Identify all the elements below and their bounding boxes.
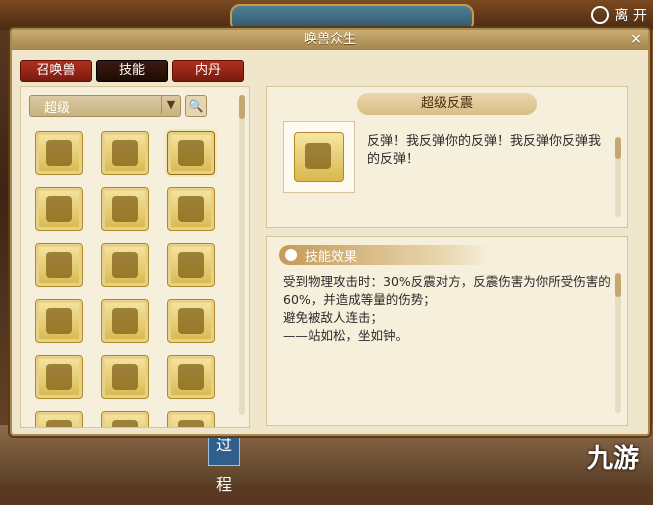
dragon-icon[interactable]: [167, 243, 215, 287]
skill-list-scrollbar[interactable]: [239, 95, 245, 415]
tab-bar: 召唤兽 技能 内丹: [20, 60, 244, 82]
close-icon[interactable]: ✕: [628, 32, 644, 48]
skill-icon-frame: [283, 121, 355, 193]
skill-description: 反弹！我反弹你的反弹！我反弹你反弹我的反弹！: [367, 134, 602, 167]
skill-glyph: [178, 364, 204, 390]
effects-header: 技能效果: [279, 245, 489, 265]
exit-icon: [590, 6, 609, 24]
tab-skills[interactable]: 技能: [96, 60, 168, 82]
scroll-thumb[interactable]: [239, 95, 245, 119]
tab-inner-core[interactable]: 内丹: [172, 60, 244, 82]
description-scrollbar[interactable]: [615, 137, 621, 217]
skill-glyph: [178, 252, 204, 278]
skill-glyph: [46, 364, 72, 390]
effects-text: 受到物理攻击时：30%反震对方，反震伤害为你所受伤害的60%，并造成等量的伤势；…: [283, 273, 613, 345]
skill-glyph: [178, 420, 204, 427]
skill-effects-panel: 技能效果 受到物理攻击时：30%反震对方，反震伤害为你所受伤害的60%，并造成等…: [266, 236, 628, 426]
eye-swirl-icon[interactable]: [35, 131, 83, 175]
skill-glyph: [112, 308, 138, 334]
reflect-icon[interactable]: [167, 131, 215, 175]
effect-line: ——站如松，坐如钟。: [283, 328, 409, 343]
skill-name: 超级反震: [420, 96, 473, 111]
cross-swords-icon[interactable]: [101, 187, 149, 231]
filter-row: 超级 ▼ 🔍: [29, 95, 207, 117]
scroll-thumb[interactable]: [615, 137, 621, 159]
skill-glyph: [46, 196, 72, 222]
skill-glyph: [46, 420, 72, 427]
chest-icon[interactable]: [35, 187, 83, 231]
skill-glyph: [46, 252, 72, 278]
skull-icon[interactable]: [101, 299, 149, 343]
watermark-logo: 九游: [586, 444, 639, 474]
skill-glyph: [178, 308, 204, 334]
reflect-icon: [294, 132, 344, 182]
head-question-icon[interactable]: [35, 299, 83, 343]
wings-icon[interactable]: [167, 187, 215, 231]
select-value: 超级: [44, 101, 71, 116]
spiral-icon[interactable]: [167, 355, 215, 399]
sun-head-icon[interactable]: [35, 355, 83, 399]
effect-line: 受到物理攻击时：30%反震对方，反震伤害为你所受伤害的60%，并造成等量的伤势；: [283, 274, 611, 307]
skill-glyph: [178, 196, 204, 222]
effects-scrollbar[interactable]: [615, 273, 621, 413]
skill-grid: [35, 131, 215, 427]
skill-glyph: [112, 364, 138, 390]
partial-icon-2[interactable]: [101, 411, 149, 427]
skill-glyph: [178, 140, 204, 166]
skill-glyph: [112, 140, 138, 166]
beast-face-icon[interactable]: [167, 299, 215, 343]
leave-button[interactable]: 离 开: [590, 4, 647, 26]
skill-level-select[interactable]: 超级 ▼: [29, 95, 181, 117]
skill-glyph: [112, 420, 138, 427]
skill-detail-panel: 超级反震 反弹！我反弹你的反弹！我反弹你反弹我的反弹！: [266, 86, 628, 228]
scroll-thumb[interactable]: [615, 273, 621, 297]
chevron-down-icon[interactable]: ▼: [161, 96, 180, 114]
partial-icon-1[interactable]: [35, 411, 83, 427]
effects-title: 技能效果: [305, 250, 358, 265]
skill-list-panel: 超级 ▼ 🔍: [20, 86, 250, 428]
window-titlebar: 唤兽众生 ✕: [12, 30, 648, 50]
mask-icon[interactable]: [101, 243, 149, 287]
search-icon[interactable]: 🔍: [185, 95, 207, 117]
partial-icon-3[interactable]: [167, 411, 215, 427]
skill-name-banner: 超级反震: [357, 93, 537, 115]
skill-glyph: [46, 308, 72, 334]
effect-line: 避免被敌人连击；: [283, 310, 384, 325]
bullet-icon: [285, 249, 297, 261]
sword-icon[interactable]: [101, 355, 149, 399]
window-title: 唤兽众生: [303, 32, 356, 47]
leave-label: 离 开: [614, 8, 647, 24]
skill-glyph: [46, 140, 72, 166]
whirl-icon[interactable]: [101, 131, 149, 175]
skill-glyph: [112, 196, 138, 222]
figure-icon[interactable]: [35, 243, 83, 287]
summon-window: 唤兽众生 ✕ 召唤兽 技能 内丹 超级 ▼ 🔍 超级反震 反弹！我反弹你的反弹！…: [10, 28, 650, 436]
tab-summon[interactable]: 召唤兽: [20, 60, 92, 82]
skill-glyph: [112, 252, 138, 278]
